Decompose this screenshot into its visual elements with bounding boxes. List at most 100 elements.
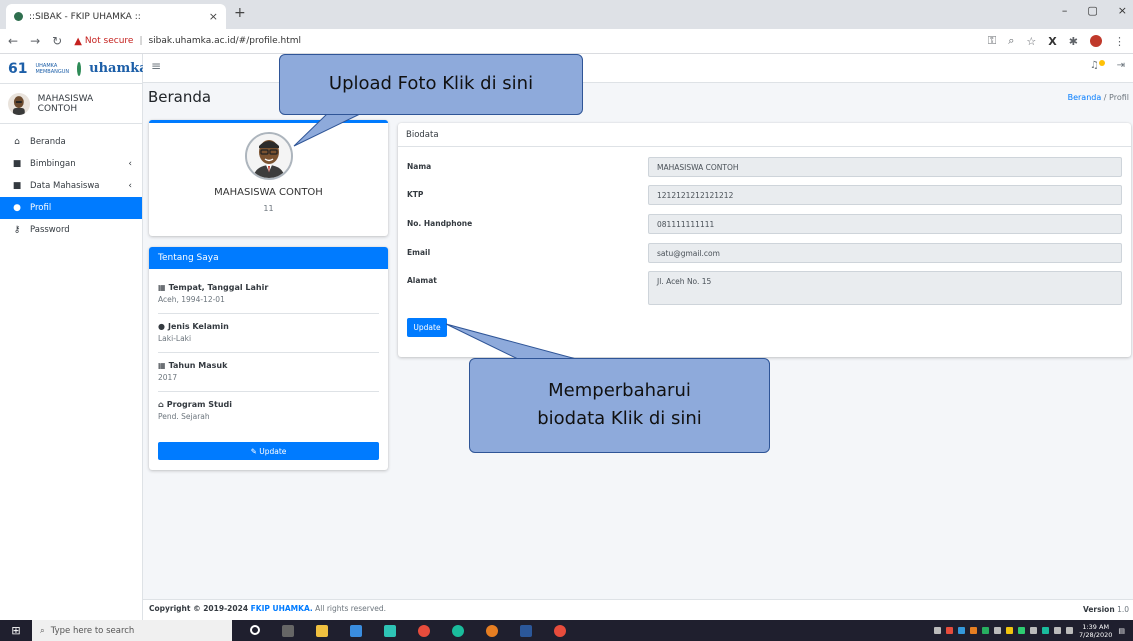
warning-icon[interactable]: ▲ [74,36,82,47]
callout-line: biodata Klik di sini [537,408,702,429]
taskbar-search-input[interactable]: ⌕ Type here to search [32,620,232,641]
bell-icon[interactable]: ♫ [1090,60,1105,71]
close-window-button[interactable]: × [1118,4,1127,17]
about-update-button[interactable]: ✎ Update [158,442,379,460]
taskbar-clock[interactable]: 1:39 AM 7/28/2020 [1079,623,1112,639]
tray-icons [934,627,1074,634]
tab-close-icon[interactable]: × [209,10,218,23]
search-placeholder: Type here to search [50,625,135,636]
upload-photo-callout: Upload Foto Klik di sini [279,54,583,115]
store-icon[interactable] [350,624,362,637]
tray-app-icon[interactable] [1018,627,1026,634]
calendar-icon: ▦ [158,283,166,292]
windows-taskbar: ⊞ ⌕ Type here to search 1:39 AM 7/28/202… [0,620,1133,641]
footer-org-link[interactable]: FKIP UHAMKA. [251,604,313,613]
notification-badge [1099,60,1105,66]
puzzle-icon[interactable]: ✱ [1069,35,1078,48]
key-icon[interactable]: ⚿ [988,34,996,48]
user-panel[interactable]: MAHASISWA CONTOH [0,84,142,124]
update-biodata-callout: Memperbaharui biodata Klik di sini [469,358,770,453]
not-secure-label[interactable]: Not secure [85,36,134,46]
menu-dots-icon[interactable]: ⋮ [1114,35,1125,48]
nama-field[interactable]: MAHASISWA CONTOH [648,157,1122,177]
forward-arrow-icon[interactable]: → [30,34,40,48]
email-field[interactable]: satu@gmail.com [648,243,1122,263]
profile-student-id: 11 [263,204,274,213]
biodata-row-ktp: KTP 1212121212121212 [407,185,1122,205]
about-value: Aceh, 1994-12-01 [158,295,225,304]
tray-app-icon[interactable] [934,627,942,634]
tray-app-icon[interactable] [1042,627,1050,634]
tray-app-icon[interactable] [946,627,954,634]
alamat-textarea[interactable]: Jl. Aceh No. 15 [648,271,1122,305]
window-controls: – ▢ × [1062,4,1127,17]
tab-title: ::SIBAK - FKIP UHAMKA :: [29,11,141,22]
logo-tagline: UHAMKA MEMBANGUN [35,62,70,75]
restore-button[interactable]: ▢ [1087,4,1097,17]
tray-app-icon[interactable] [994,627,1002,634]
profile-name: MAHASISWA CONTOH [214,187,323,198]
callout-line: Memperbaharui [548,380,691,401]
biodata-label: KTP [407,190,424,199]
tray-app-icon[interactable] [982,627,990,634]
browser-tab[interactable]: ::SIBAK - FKIP UHAMKA :: × [6,4,226,29]
sidebar-item-label: Bimbingan [30,159,76,169]
tray-app-icon[interactable] [958,627,966,634]
firefox-icon[interactable] [486,624,498,637]
new-tab-button[interactable]: + [234,5,246,21]
star-icon[interactable]: ☆ [1026,35,1036,48]
edge-icon[interactable] [384,624,396,637]
sidebar-nav: ⌂ Beranda ■ Bimbingan ‹ ■ Data Mahasiswa… [0,124,142,241]
tray-app-icon[interactable] [1030,627,1038,634]
tray-app-icon[interactable] [1006,627,1014,634]
volume-icon[interactable] [1054,627,1062,634]
breadcrumb-link-beranda[interactable]: Beranda [1068,93,1102,102]
brand-logo[interactable]: 61 UHAMKA MEMBANGUN uhamka [0,54,148,84]
reload-icon[interactable]: ↻ [52,34,62,48]
hamburger-menu-icon[interactable]: ≡ [151,59,161,73]
sidebar-item-data-mahasiswa[interactable]: ■ Data Mahasiswa ‹ [0,175,142,197]
notification-center-icon[interactable]: ▤ [1118,627,1125,635]
extension-x-icon[interactable]: X [1048,35,1056,48]
file-explorer-icon[interactable] [316,624,328,637]
tray-app-icon[interactable] [970,627,978,634]
chrome-icon[interactable] [452,624,464,637]
word-icon[interactable] [520,624,532,637]
network-icon[interactable] [1066,627,1074,634]
favicon-icon [14,12,23,21]
zoom-icon[interactable]: ⌕ [1008,34,1014,48]
opera-active-icon[interactable] [554,624,566,637]
rights-text: All rights reserved. [312,604,387,613]
biodata-update-button[interactable]: Update [407,318,447,337]
biodata-card: Biodata Nama MAHASISWA CONTOH KTP 121212… [398,123,1131,357]
about-label-text: Jenis Kelamin [167,322,229,331]
university-icon: ⌂ [158,400,164,409]
sidebar-item-bimbingan[interactable]: ■ Bimbingan ‹ [0,153,142,175]
sidebar-item-profil[interactable]: ● Profil [0,197,142,219]
url-input[interactable]: sibak.uhamka.ac.id/#/profile.html [148,36,987,46]
opera-icon[interactable] [418,624,430,637]
avatar-icon [12,95,25,115]
about-label: ● Jenis Kelamin [158,322,379,331]
task-view-icon[interactable] [282,624,294,637]
profile-photo[interactable] [244,132,293,180]
profile-avatar-icon[interactable] [1090,35,1102,47]
cortana-icon[interactable] [250,624,260,635]
about-label: ⌂ Program Studi [158,400,379,409]
clock-time: 1:39 AM [1082,622,1110,631]
sidebar-item-label: Data Mahasiswa [30,181,100,191]
browser-tab-bar: ::SIBAK - FKIP UHAMKA :: × + – ▢ × [0,0,1133,29]
handphone-field[interactable]: 081111111111 [648,214,1122,234]
sidebar-item-beranda[interactable]: ⌂ Beranda [0,131,142,153]
back-arrow-icon[interactable]: ← [8,34,18,48]
ktp-field[interactable]: 1212121212121212 [648,185,1122,205]
minimize-button[interactable]: – [1062,4,1068,17]
list-item: ▦ Tahun Masuk 2017 [158,353,379,392]
version-label: Version [1082,605,1115,614]
windows-start-icon[interactable]: ⊞ [0,624,32,637]
sidebar-item-password[interactable]: ⚷ Password [0,219,142,241]
biodata-label: Nama [407,162,432,171]
sidebar-user-name[interactable]: MAHASISWA CONTOH [38,94,134,114]
logout-icon[interactable]: ⇥ [1117,60,1125,71]
id-card-icon: ■ [12,181,22,191]
